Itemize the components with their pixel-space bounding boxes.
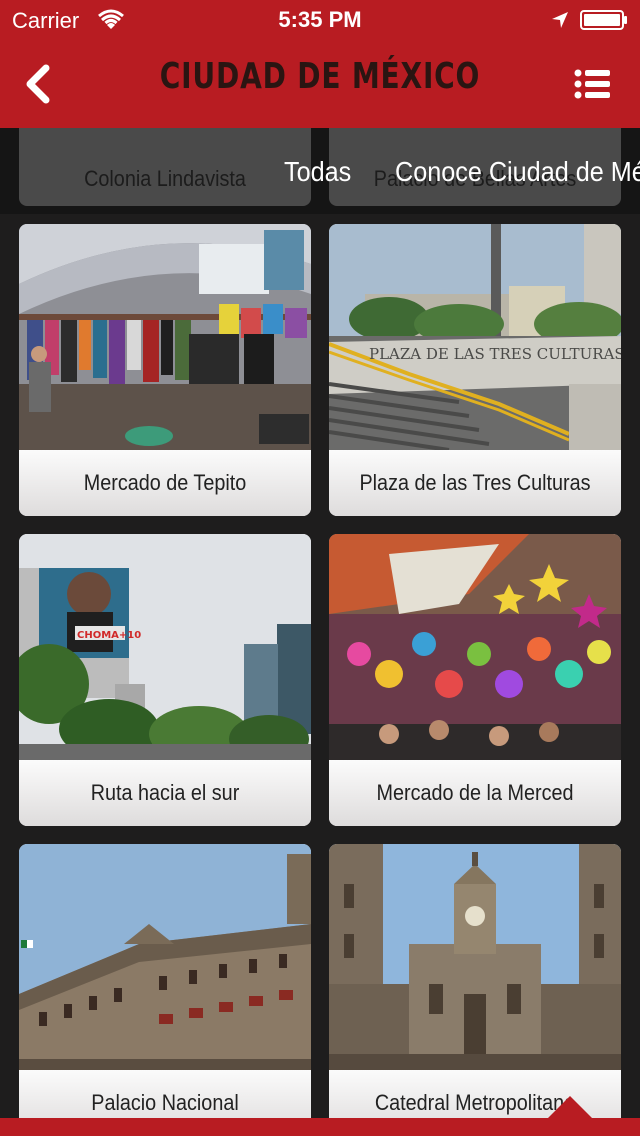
place-card[interactable]: Mercado de la Merced bbox=[329, 534, 621, 826]
list-menu-icon[interactable] bbox=[574, 68, 610, 100]
place-photo bbox=[329, 534, 621, 760]
place-photo: PLAZA DE LAS TRES CULTURAS bbox=[329, 224, 621, 450]
place-name: Palacio Nacional bbox=[91, 1090, 239, 1115]
back-chevron-icon[interactable] bbox=[20, 64, 56, 104]
plaza-sign-text: PLAZA DE LAS TRES CULTURAS bbox=[369, 345, 621, 363]
place-caption: Palacio Nacional bbox=[19, 1070, 311, 1120]
places-grid: Mercado de Tepito PLAZA DE LAS TRES CULT… bbox=[0, 214, 640, 1120]
place-name: Plaza de las Tres Culturas bbox=[359, 470, 591, 495]
place-photo: CHOMA+10 bbox=[19, 534, 311, 760]
background-card: Colonia Lindavista bbox=[19, 128, 311, 206]
place-card[interactable]: CHOMA+10 Ruta hacia el sur bbox=[19, 534, 311, 826]
filter-tab-conoce[interactable]: Conoce Ciudad de México bbox=[395, 156, 640, 188]
bottom-pointer-notch bbox=[548, 1096, 592, 1118]
battery-icon bbox=[580, 10, 627, 30]
place-caption: Ruta hacia el sur bbox=[19, 760, 311, 826]
category-filter-strip: Colonia Lindavista Palacio de Bellas Art… bbox=[0, 128, 640, 214]
navigation-bar: CIUDAD DE MÉXICO bbox=[0, 40, 640, 134]
filter-tab-todas[interactable]: Todas bbox=[284, 156, 351, 188]
status-bar: Carrier 5:35 PM bbox=[0, 0, 640, 40]
location-arrow-icon bbox=[552, 12, 568, 28]
place-card[interactable]: Catedral Metropolitana bbox=[329, 844, 621, 1120]
place-name: Mercado de Tepito bbox=[83, 470, 247, 495]
place-caption: Mercado de Tepito bbox=[19, 450, 311, 516]
place-name: Ruta hacia el sur bbox=[90, 780, 240, 805]
place-card[interactable]: Palacio Nacional bbox=[19, 844, 311, 1120]
place-photo bbox=[19, 844, 311, 1070]
place-caption: Mercado de la Merced bbox=[329, 760, 621, 826]
place-name: Mercado de la Merced bbox=[376, 780, 574, 805]
place-photo bbox=[329, 844, 621, 1070]
place-card[interactable]: PLAZA DE LAS TRES CULTURAS Plaza de las … bbox=[329, 224, 621, 516]
place-card[interactable]: Mercado de Tepito bbox=[19, 224, 311, 516]
background-card-label: Colonia Lindavista bbox=[84, 166, 246, 191]
status-time: 5:35 PM bbox=[278, 7, 362, 32]
place-caption: Plaza de las Tres Culturas bbox=[329, 450, 621, 516]
bottom-bar bbox=[0, 1118, 640, 1136]
page-title: CIUDAD DE MÉXICO bbox=[159, 56, 481, 97]
place-photo bbox=[19, 224, 311, 450]
billboard-text: CHOMA+10 bbox=[77, 630, 141, 641]
